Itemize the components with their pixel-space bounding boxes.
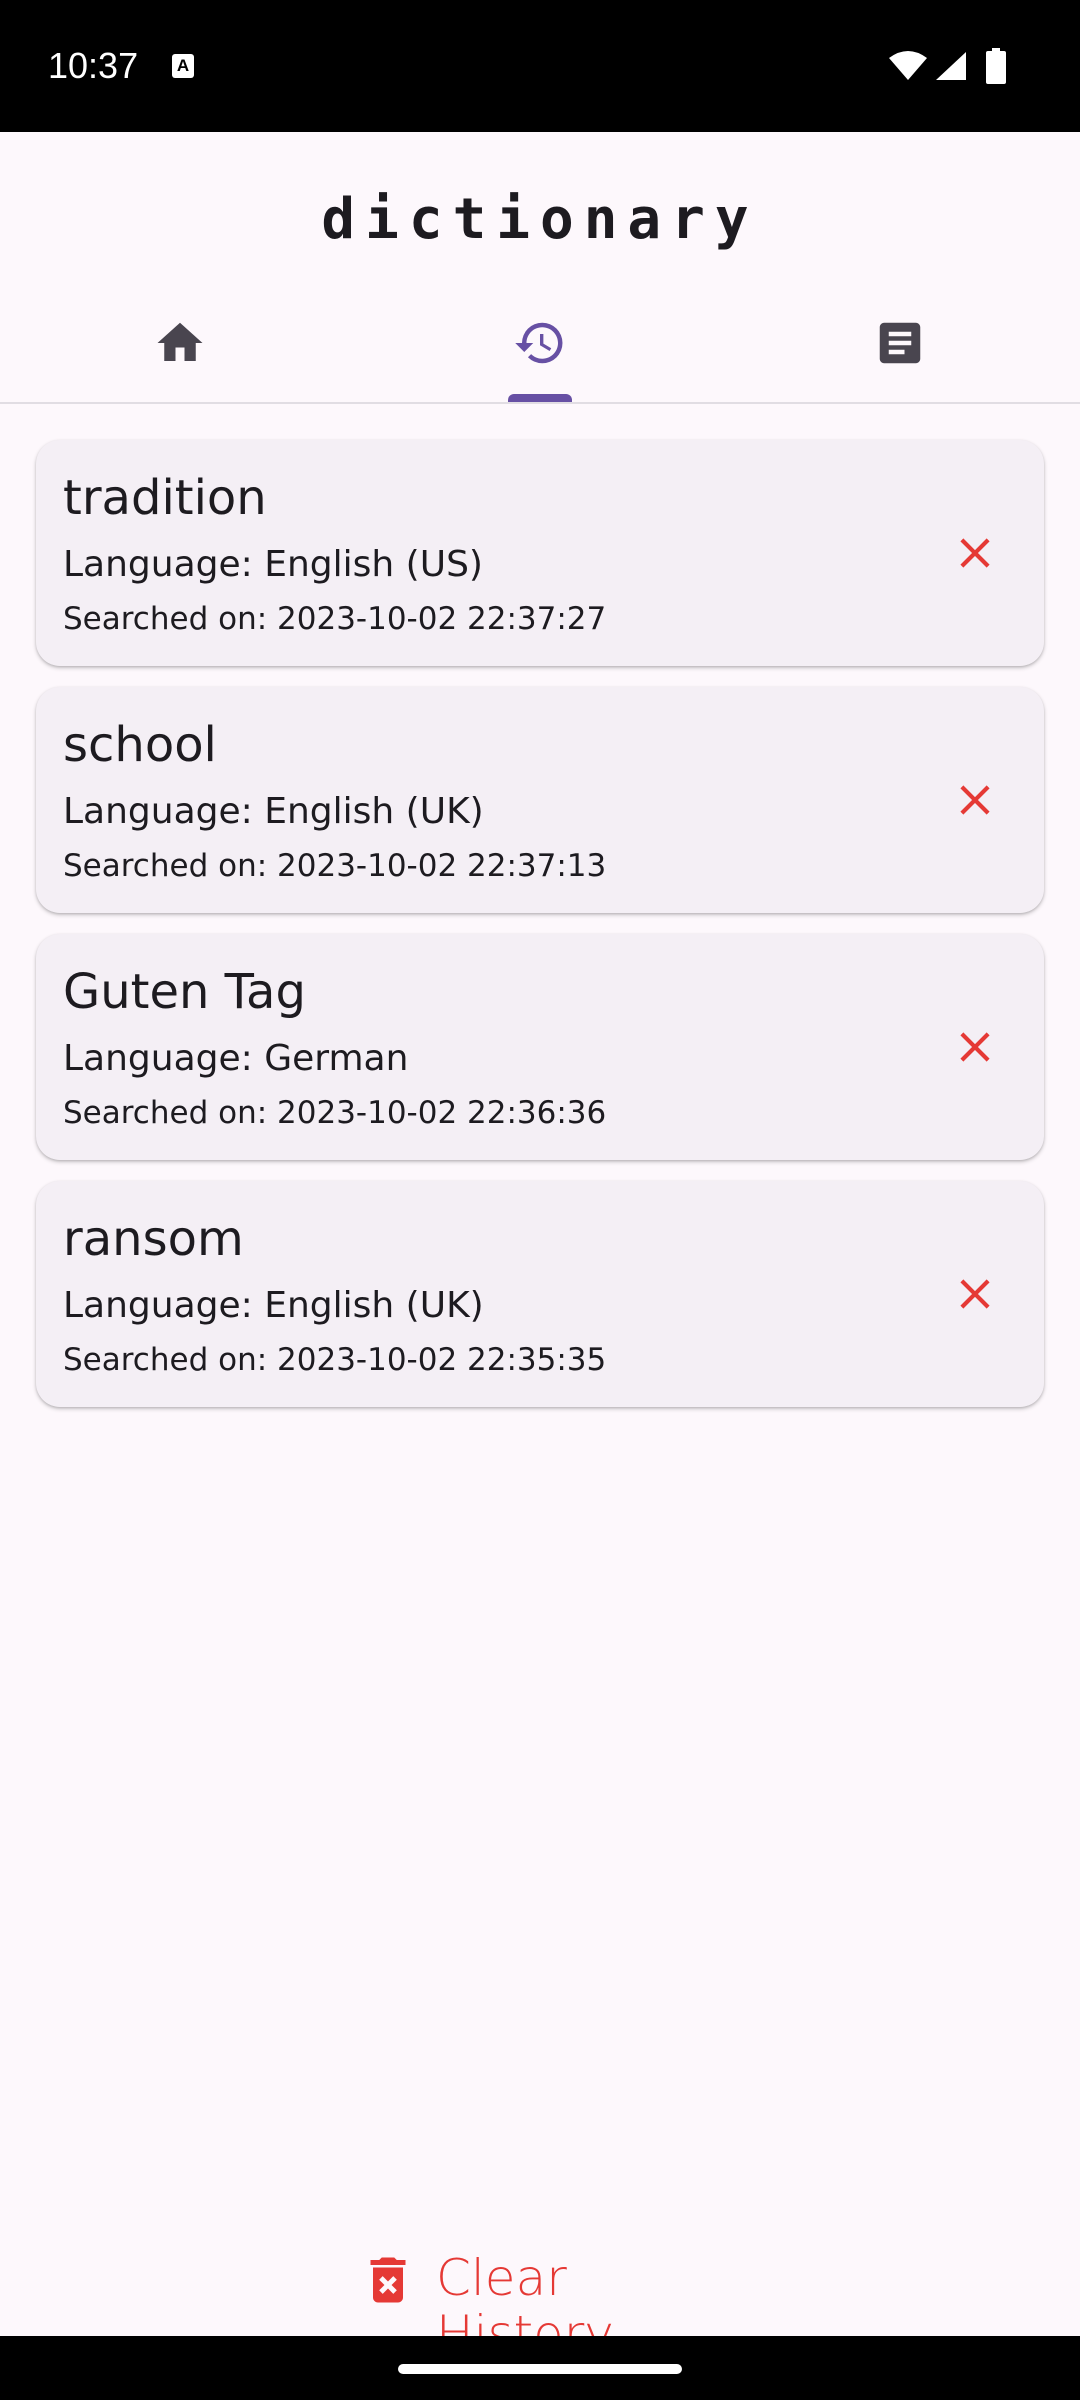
- history-word: school: [63, 717, 217, 773]
- article-icon: [879, 322, 921, 364]
- tab-divider: [0, 402, 1080, 404]
- history-card[interactable]: Guten Tag Language: German Searched on: …: [36, 934, 1044, 1160]
- history-searched-time: Searched on: 2023-10-02 22:37:13: [63, 848, 607, 884]
- a-badge-icon: A: [172, 54, 194, 78]
- tab-history[interactable]: [360, 292, 720, 402]
- history-word: ransom: [63, 1211, 244, 1267]
- close-icon[interactable]: [950, 1022, 1000, 1072]
- battery-icon: [986, 48, 1006, 84]
- history-card[interactable]: ransom Language: English (UK) Searched o…: [36, 1181, 1044, 1407]
- history-icon: [515, 322, 563, 364]
- history-card[interactable]: school Language: English (UK) Searched o…: [36, 687, 1044, 913]
- tab-home[interactable]: [0, 292, 360, 402]
- history-searched-time: Searched on: 2023-10-02 22:37:27: [63, 601, 607, 637]
- history-language: Language: English (UK): [63, 1285, 484, 1326]
- history-searched-time: Searched on: 2023-10-02 22:36:36: [63, 1095, 607, 1131]
- home-icon: [157, 322, 203, 361]
- app-title: dictionary: [321, 187, 759, 252]
- wifi-icon: [889, 51, 927, 80]
- tab-saved[interactable]: [720, 292, 1080, 402]
- status-time: 10:37: [48, 45, 139, 86]
- close-icon[interactable]: [950, 775, 1000, 825]
- history-searched-time: Searched on: 2023-10-02 22:35:35: [63, 1342, 607, 1378]
- system-navigation-bar: [0, 2336, 1080, 2400]
- history-language: Language: English (US): [63, 544, 483, 585]
- tab-active-indicator: [508, 394, 572, 402]
- app-header: dictionary: [0, 132, 1080, 404]
- home-gesture-handle[interactable]: [398, 2364, 682, 2374]
- status-bar: 10:37 A: [0, 0, 1080, 132]
- history-list: tradition Language: English (US) Searche…: [36, 440, 1044, 1428]
- close-icon[interactable]: [950, 1269, 1000, 1319]
- clear-history-button[interactable]: Clear History: [350, 2238, 750, 2362]
- cellular-signal-icon: [936, 52, 966, 80]
- history-card[interactable]: tradition Language: English (US) Searche…: [36, 440, 1044, 666]
- history-word: Guten Tag: [63, 964, 306, 1020]
- history-word: tradition: [63, 470, 267, 526]
- history-language: Language: English (UK): [63, 791, 484, 832]
- close-icon[interactable]: [950, 528, 1000, 578]
- history-language: Language: German: [63, 1038, 409, 1079]
- trash-icon: [370, 2257, 406, 2303]
